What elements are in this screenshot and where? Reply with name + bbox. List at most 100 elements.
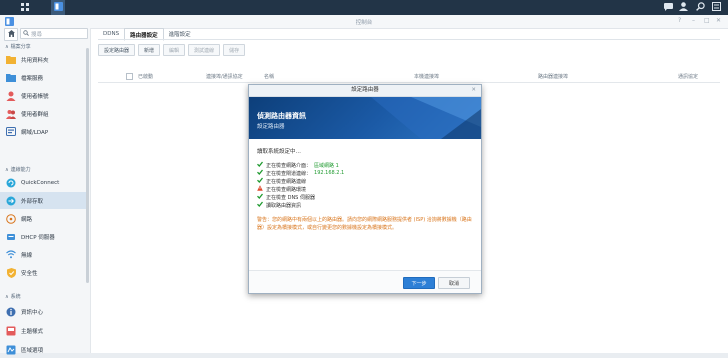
sidebar-item-network[interactable]: 網路 [0,210,86,227]
toolbar: 設定路由器 新增 編輯 測試連線 儲存 [98,44,246,56]
control-panel-taskbar-button[interactable] [51,0,65,15]
sidebar-item-regional-options[interactable]: 區域選項 [0,341,86,358]
sidebar-item-label: 外部存取 [21,198,44,205]
sidebar-item-shared-folder[interactable]: 共用資料夾 [0,51,86,68]
select-all-checkbox[interactable] [126,73,133,80]
search-placeholder: 搜尋 [31,31,43,38]
section-file-sharing[interactable]: ∧ 檔案分享 [5,43,31,51]
step-row: 正在檢查網路介面： 區域網路 1 [257,161,475,169]
check-icon [257,169,264,177]
sidebar-item-wireless[interactable]: 無線 [0,246,86,263]
chat-button[interactable] [663,2,674,13]
dialog-banner: 偵測路由器資訊 設定路由器 [249,97,481,139]
section-label: 系統 [10,294,21,300]
file-services-icon [6,73,16,83]
sidebar-item-info-center[interactable]: 資訊中心 [0,303,86,320]
sidebar-item-security[interactable]: 安全性 [0,264,86,281]
col-protocol[interactable]: 通訊協定 [678,73,698,80]
sidebar-scrollbar[interactable] [86,48,89,283]
maximize-icon[interactable]: □ [704,18,710,24]
check-icon [257,177,264,185]
sidebar-item-label: 主題樣式 [21,328,44,335]
search-icon [23,29,29,38]
step-value: 區域網路 1 [314,162,339,169]
theme-icon [6,326,16,336]
close-icon[interactable]: ✕ [716,18,721,24]
widgets-button[interactable] [711,2,722,13]
chat-icon [664,2,673,13]
step-text: 正在檢查 DNS 伺服器 [266,194,315,201]
taskbar [0,0,728,15]
dialog-footer: 下一步 取消 [249,270,481,293]
search-input[interactable]: 搜尋 [20,28,88,39]
sidebar-item-domain-ldap[interactable]: 網域/LDAP [0,123,86,140]
banner-title: 偵測路由器資訊 [257,112,306,120]
tab-ddns[interactable]: DDNS [98,28,124,39]
main-menu-button[interactable] [18,0,31,15]
sidebar-item-quickconnect[interactable]: QuickConnect [0,174,86,191]
setup-router-button[interactable]: 設定路由器 [98,44,136,56]
section-connectivity[interactable]: ∧ 連線能力 [5,166,31,174]
dhcp-server-icon [6,232,16,242]
col-router-port[interactable]: 路由器連接埠 [538,73,568,80]
edit-button[interactable]: 編輯 [163,44,186,56]
save-button[interactable]: 儲存 [223,44,246,56]
cancel-button[interactable]: 取消 [438,277,470,289]
section-system[interactable]: ∧ 系統 [5,293,21,301]
section-label: 連線能力 [10,167,31,173]
sidebar-item-label: 無線 [21,252,33,259]
external-access-icon [6,196,16,206]
sidebar-item-label: 使用者群組 [21,111,49,118]
user-icon [6,91,16,101]
tab-advanced[interactable]: 進階設定 [164,28,196,39]
add-button[interactable]: 新增 [138,44,161,56]
sidebar-item-theme[interactable]: 主題樣式 [0,322,86,339]
step-text: 正在檢查網路介面： [266,162,312,169]
step-row: 正在檢查網路環境 [257,185,475,193]
test-connection-button[interactable]: 測試連線 [188,44,221,56]
home-button[interactable] [4,28,18,41]
check-icon [257,193,264,201]
sidebar-item-file-services[interactable]: 檔案服務 [0,69,86,86]
step-text: 讀取路由器資訊 [266,202,302,209]
widgets-icon [712,2,721,13]
dialog-body: 讀取系統設定中… 正在檢查網路介面： 區域網路 1 正在檢查閘道連線： 192.… [257,147,475,232]
banner-subtitle: 設定路由器 [257,124,285,130]
info-center-icon [6,307,16,317]
table-header: 已啟動 連接埠/通訊協定 名稱 本機連接埠 路由器連接埠 通訊協定 [98,71,720,83]
sidebar: 搜尋 ∧ 檔案分享 共用資料夾 檔案服務 使用者帳號 使用者群組 網域/LDAP [0,28,91,354]
sidebar-item-dhcp-server[interactable]: DHCP 伺服器 [0,228,86,245]
step-text: 正在檢查閘道連線： [266,170,312,177]
group-icon [6,109,16,119]
chevron-up-icon: ∧ [5,293,9,300]
search-button[interactable] [695,2,706,13]
regional-options-icon [6,345,16,355]
setup-router-dialog: 設定路由器 ✕ 偵測路由器資訊 設定路由器 讀取系統設定中… 正在檢查網路介面：… [248,84,482,294]
minimize-icon[interactable]: – [692,18,695,24]
next-button[interactable]: 下一步 [403,277,435,289]
warning-message: 警告：您的網路中有兩個以上的路由器。請向您的網際網路服務提供者 (ISP) 洽詢… [257,217,472,231]
col-port-protocol[interactable]: 連接埠/通訊協定 [206,73,243,80]
sidebar-item-label: 安全性 [21,270,38,277]
step-text: 正在檢查網路連線 [266,178,307,185]
section-label: 檔案分享 [10,44,31,50]
col-enabled[interactable]: 已啟動 [138,73,153,80]
banner-decoration [371,97,481,139]
user-button[interactable] [678,2,689,13]
shield-icon [6,267,16,278]
col-local-port[interactable]: 本機連接埠 [414,73,439,80]
wireless-icon [6,250,16,260]
control-panel-icon [53,2,63,13]
col-name[interactable]: 名稱 [264,73,274,80]
close-icon[interactable]: ✕ [471,85,476,96]
window-titlebar: 控制台 ? – □ ✕ [0,15,728,29]
sidebar-item-label: DHCP 伺服器 [21,234,55,241]
step-row: 正在檢查閘道連線： 192.168.2.1 [257,169,475,177]
help-icon[interactable]: ? [678,18,681,24]
sidebar-item-group[interactable]: 使用者群組 [0,105,86,122]
sidebar-item-external-access[interactable]: 外部存取 [0,192,86,209]
sidebar-item-user[interactable]: 使用者帳號 [0,87,86,104]
sidebar-item-label: 檔案服務 [21,75,44,82]
tab-divider [98,39,720,40]
sidebar-item-label: 網域/LDAP [21,129,49,136]
